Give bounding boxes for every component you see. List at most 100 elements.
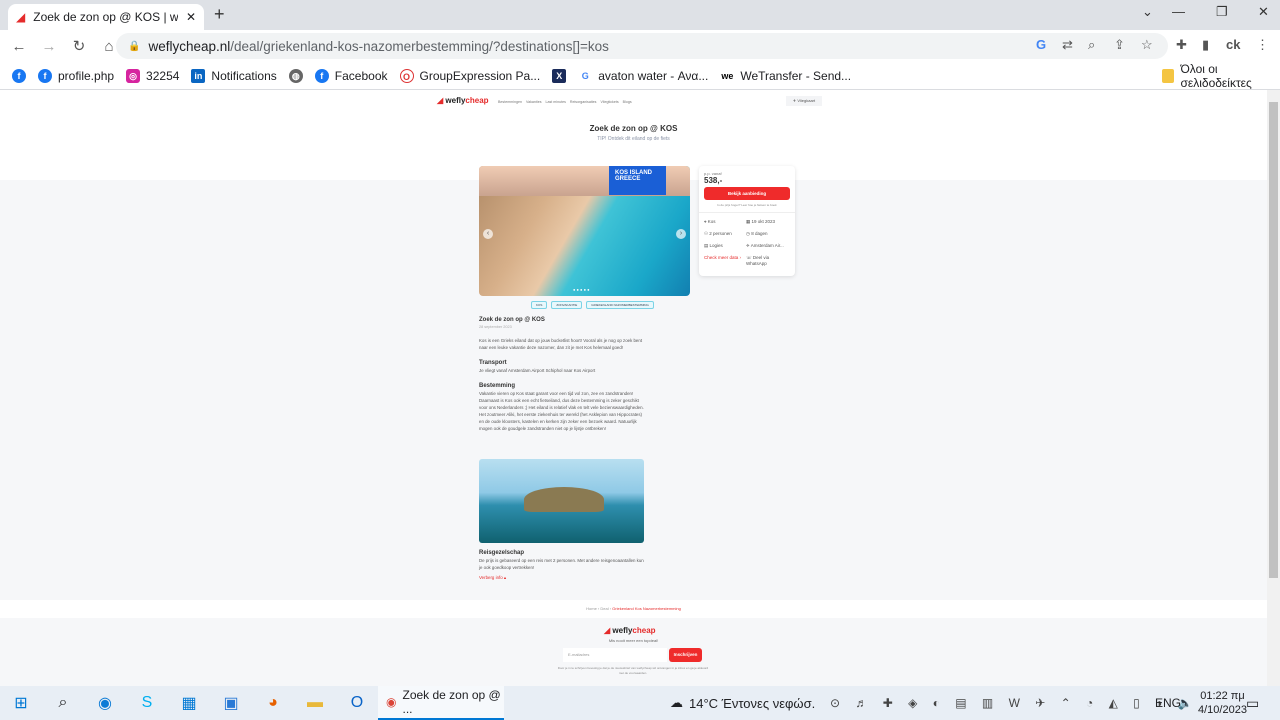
- linkedin-icon: in: [191, 68, 206, 83]
- reload-icon[interactable]: ↻: [66, 37, 92, 55]
- bookmark-facebook[interactable]: f Facebook: [314, 68, 388, 83]
- close-tab-icon[interactable]: ✕: [186, 10, 196, 24]
- article-title: Zoek de zon op @ KOS: [479, 317, 545, 323]
- destination: ⌖ Kos: [704, 219, 716, 224]
- google-icon[interactable]: G: [1036, 37, 1046, 52]
- bookmark-label: Notifications: [211, 68, 277, 83]
- language-indicator[interactable]: ENG: [1155, 696, 1181, 710]
- more-dates-link[interactable]: Check meer data ›: [704, 255, 741, 266]
- bookmark-label: avaton water - Ανα...: [598, 68, 709, 83]
- translate-icon[interactable]: ⇄: [1062, 37, 1073, 53]
- tab-search-icon[interactable]: ⌄: [1142, 4, 1153, 20]
- destination-text: Vakantie vieren op Kos staat garant voor…: [479, 391, 644, 431]
- nav-vakanties[interactable]: Vakanties: [526, 100, 542, 104]
- forward-icon[interactable]: →: [36, 38, 62, 55]
- date: ▦ 19 okt 2023: [746, 219, 776, 224]
- destination-heading: Bestemming: [479, 383, 516, 389]
- bookmark-globe[interactable]: ◍: [288, 68, 303, 83]
- url-input[interactable]: 🔒 weflycheap.nl/deal/griekenland-kos-nazo…: [116, 33, 1168, 59]
- web-page: ◢ weflycheap Bestemmingen Vakanties Last m…: [0, 90, 1267, 686]
- system-tray-icons[interactable]: ⊙ ♬ ✚ ◈ ◐ ▤ ▥ W ✈ ⌃ ◔ ◭ ▯ ◑ 🔈: [830, 696, 1199, 710]
- breadcrumb-home[interactable]: Home: [586, 606, 597, 611]
- sidepanel-icon[interactable]: ▮: [1202, 37, 1209, 53]
- profile-icon[interactable]: ck: [1226, 37, 1240, 52]
- duration: ◷ 8 dagen: [746, 231, 768, 236]
- maximize-button[interactable]: ❐: [1216, 4, 1228, 20]
- breadcrumb-deal[interactable]: Deal: [600, 606, 608, 611]
- menu-icon[interactable]: ⋮: [1256, 37, 1269, 53]
- site-logo[interactable]: ◢ weflycheap: [437, 96, 489, 105]
- bookmark-wetransfer[interactable]: we WeTransfer - Send...: [720, 68, 851, 83]
- bookmark-star-icon[interactable]: ☆: [1141, 37, 1153, 53]
- price: 538,-: [704, 176, 723, 185]
- outlook-icon[interactable]: O: [336, 686, 378, 720]
- bookmark-label: GroupExpression Pa...: [419, 68, 541, 83]
- vliegkaart-button[interactable]: ✈ Vliegkaart: [786, 96, 822, 106]
- close-window-button[interactable]: ✕: [1258, 4, 1269, 20]
- new-tab-button[interactable]: +: [214, 4, 225, 25]
- view-offer-button[interactable]: Bekijk aanbieding: [704, 187, 790, 200]
- window-title: Zoek de zon op @ ...: [402, 688, 501, 716]
- wetransfer-icon: we: [720, 68, 735, 83]
- bookmark-instagram[interactable]: ◎ 32254: [126, 68, 179, 83]
- price-note[interactable]: Is de prijs hoger? Leer hoe je fietsen t…: [699, 203, 795, 207]
- firefox-icon[interactable]: ◕: [252, 686, 294, 720]
- nav-bestemmingen[interactable]: Bestemmingen: [498, 100, 522, 104]
- bookmark-linkedin[interactable]: in Notifications: [191, 68, 277, 83]
- nav-blogs[interactable]: Blogs: [623, 100, 632, 104]
- bookmark-x[interactable]: X: [552, 68, 567, 83]
- back-icon[interactable]: ←: [6, 38, 32, 55]
- carousel-prev-button[interactable]: ‹: [483, 229, 493, 239]
- minimize-button[interactable]: —: [1172, 4, 1185, 19]
- transport-text: Je vliegt vanaf Amsterdam Airport Schiph…: [479, 368, 596, 373]
- tag[interactable]: KOS: [531, 301, 548, 309]
- carousel-next-button[interactable]: ›: [676, 229, 686, 239]
- nav-reisorganisaties[interactable]: Reisorganisaties: [570, 100, 597, 104]
- travel-text: De prijs is gebaseerd op een reis met 2 …: [479, 558, 644, 570]
- email-input[interactable]: E-mailadres: [563, 648, 667, 662]
- instagram-icon: ◎: [126, 68, 141, 83]
- footer-logo: ◢ weflycheap: [604, 626, 656, 635]
- footer-legal: Door je in te schrijven bevestig je dat …: [557, 666, 709, 675]
- share-icon[interactable]: ⇪: [1114, 37, 1125, 53]
- address-bar-row: ← → ↻ ⌂ 🔒 weflycheap.nl/deal/griekenland-…: [0, 30, 1280, 62]
- file-explorer-icon[interactable]: ▬: [294, 686, 336, 720]
- url-path: /deal/griekenland-kos-nazomerbestemming/…: [230, 38, 609, 54]
- hide-info-link[interactable]: Verberg info ▴: [479, 574, 647, 581]
- nav-vliegtickets[interactable]: Vliegtickets: [600, 100, 618, 104]
- whatsapp-share-link[interactable]: ☏ Deel via WhatsApp: [746, 255, 790, 266]
- weather-widget[interactable]: ☁ 14°C Έντονες νεφώσ.: [670, 695, 815, 711]
- bookmark-label: profile.php: [58, 68, 115, 83]
- clock[interactable]: 01:22 πμ 4/10/2023: [1198, 689, 1247, 717]
- deal-card: p.p. vanaf 538,- Bekijk aanbieding Is de…: [699, 166, 795, 276]
- zoom-icon[interactable]: ⌕: [1088, 37, 1095, 53]
- chrome-icon: ◉: [386, 695, 397, 709]
- price-label: p.p. vanaf: [704, 171, 722, 176]
- start-icon[interactable]: ⊞: [0, 686, 42, 720]
- search-icon[interactable]: ⌕: [42, 686, 84, 720]
- bookmarks-bar: f f profile.php ◎ 32254 in Notifications ◍ …: [0, 62, 1280, 90]
- edge-icon[interactable]: ◉: [84, 686, 126, 720]
- facebook-icon: f: [38, 68, 52, 83]
- tag[interactable]: GRIEKENLAND NAZOMERBESTEMMING: [586, 301, 654, 309]
- image-carousel[interactable]: KOS ISLAND GREECE ‹ › ● ● ● ● ●: [479, 166, 690, 296]
- notifications-icon[interactable]: ▭: [1246, 695, 1259, 712]
- extensions-icon[interactable]: ✚: [1176, 37, 1187, 53]
- bookmark-profile[interactable]: f profile.php: [38, 68, 115, 83]
- bookmark-groupexpression[interactable]: O GroupExpression Pa...: [399, 68, 541, 83]
- photos-icon[interactable]: ▣: [210, 686, 252, 720]
- breadcrumb: Home › Deal › Griekenland Kos Nazomerbes…: [0, 600, 1267, 618]
- calendar-icon[interactable]: ▦: [168, 686, 210, 720]
- facebook-icon[interactable]: f: [12, 68, 26, 83]
- nav-last-minutes[interactable]: Last minutes: [546, 100, 566, 104]
- all-bookmarks[interactable]: Όλοι οι σελιδοδείκτες: [1162, 62, 1280, 90]
- subscribe-button[interactable]: Inschrijven: [669, 648, 702, 662]
- browser-tab[interactable]: ◢ Zoek de zon op @ KOS | weflych ✕: [8, 4, 204, 30]
- carousel-dots[interactable]: ● ● ● ● ●: [573, 287, 590, 292]
- travel-section: Reisgezelschap De prijs is gebaseerd op …: [479, 550, 647, 581]
- tag[interactable]: ZONVAKANTIE: [551, 301, 583, 309]
- bookmark-avaton[interactable]: Gavaton water - Ανα...: [578, 68, 709, 83]
- skype-icon[interactable]: S: [126, 686, 168, 720]
- scrollbar-thumb[interactable]: [1269, 102, 1278, 578]
- taskbar-chrome-window[interactable]: ◉ Zoek de zon op @ ...: [378, 686, 504, 720]
